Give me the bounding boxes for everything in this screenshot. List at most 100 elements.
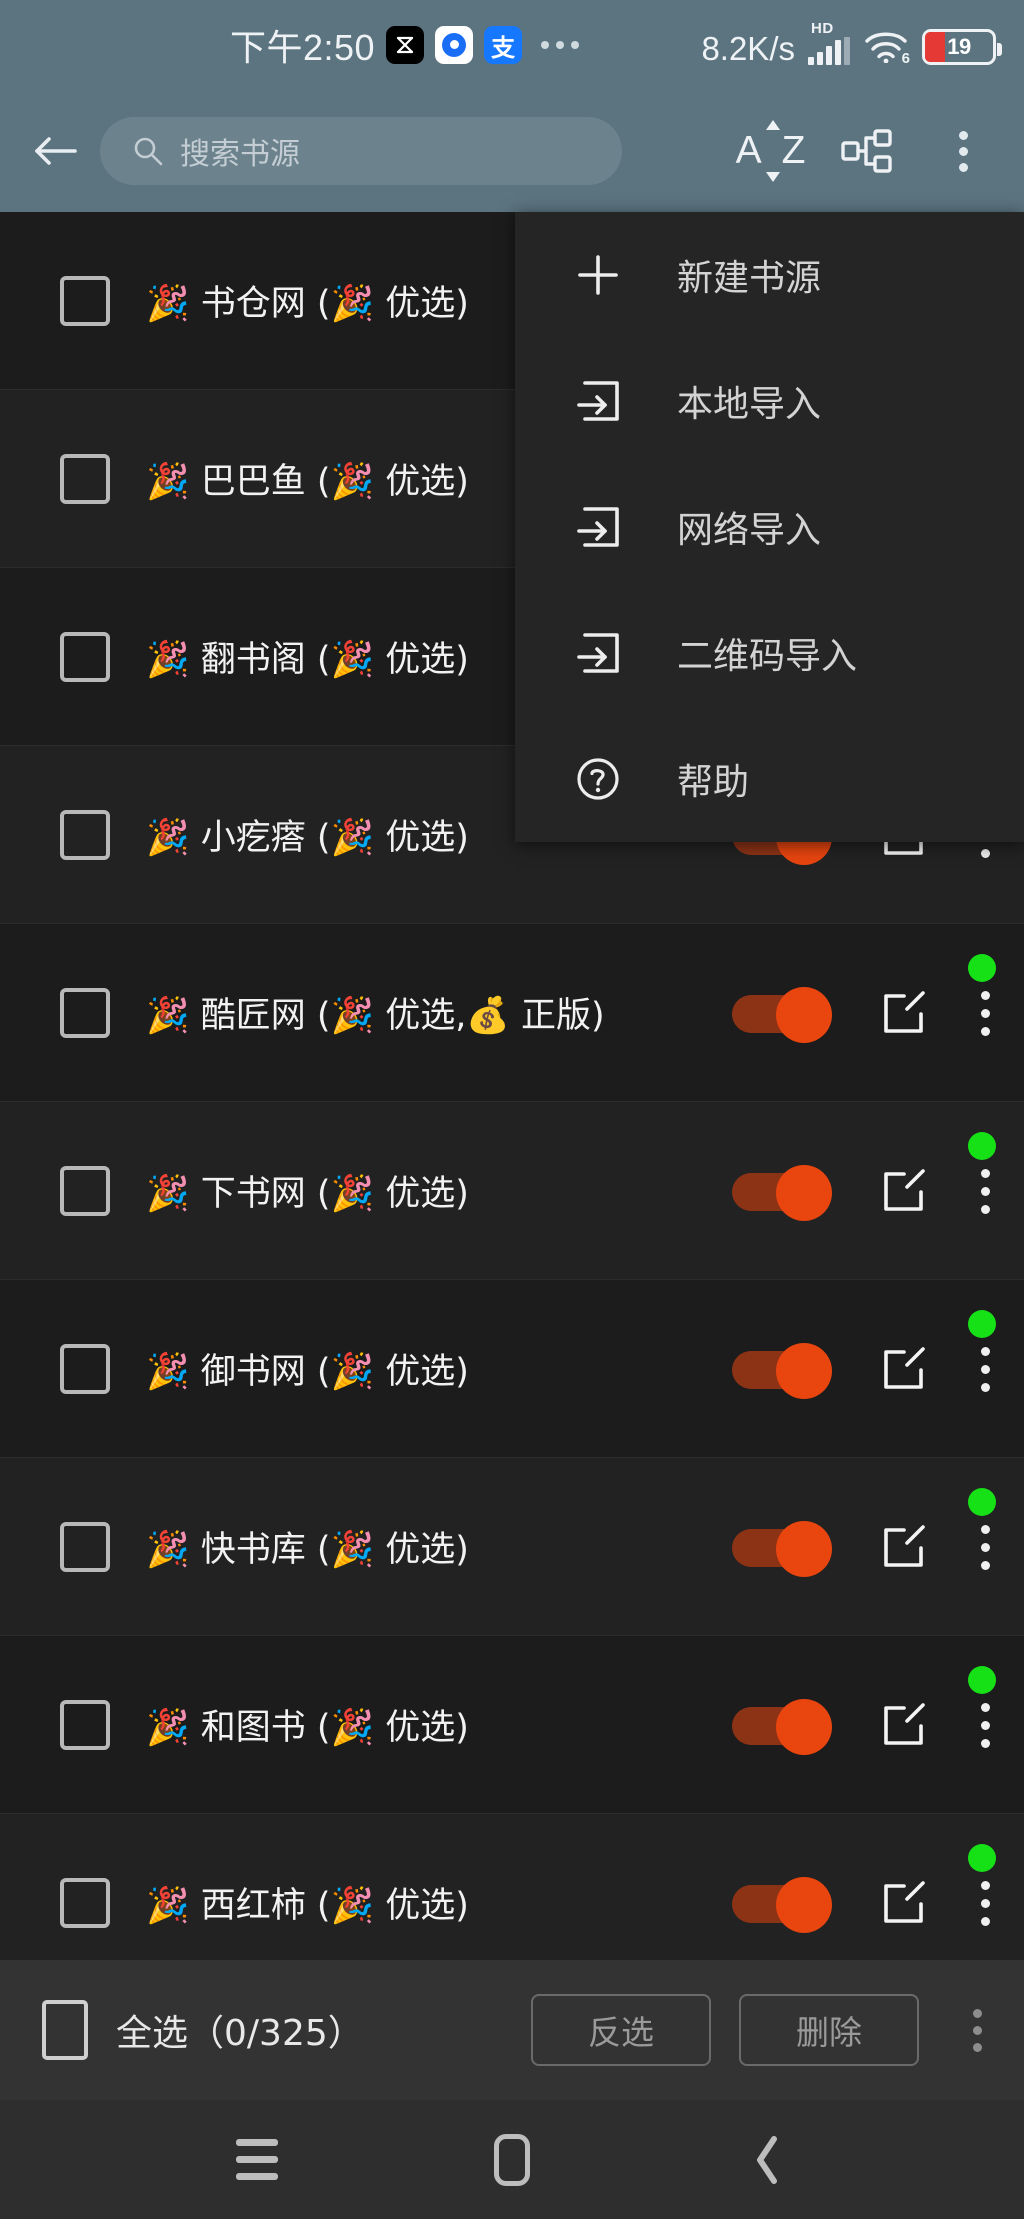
sort-az-icon[interactable]: A Z	[728, 108, 814, 194]
network-speed-label: 8.2K/s	[701, 30, 795, 67]
alipay-icon: 支	[484, 26, 523, 64]
import-arrow-icon	[569, 379, 627, 423]
blue-circle-app-icon	[435, 26, 474, 64]
edit-square-icon[interactable]	[862, 1861, 946, 1945]
row-more-vertical-icon[interactable]	[946, 971, 1024, 1055]
row-label: 🎉 书仓网 (🎉 优选)	[146, 284, 469, 324]
row-checkbox[interactable]	[60, 1699, 110, 1750]
row-label: 🎉 快书库 (🎉 优选)	[146, 1530, 469, 1570]
row-label: 🎉 下书网 (🎉 优选)	[146, 1174, 469, 1214]
status-badge	[968, 1132, 996, 1160]
row-label: 🎉 西红柿 (🎉 优选)	[146, 1886, 469, 1926]
table-row[interactable]: 🎉 下书网 (🎉 优选)	[0, 1102, 1024, 1280]
row-label: 🎉 翻书阁 (🎉 优选)	[146, 640, 469, 680]
menu-item-local-import[interactable]: 本地导入	[515, 338, 1024, 464]
status-badge	[968, 1844, 996, 1872]
select-all-checkbox[interactable]	[42, 2000, 88, 2060]
enable-toggle[interactable]	[732, 987, 832, 1043]
overflow-menu[interactable]: 新建书源 本地导入 网络导入 二维码导入 帮助	[515, 212, 1024, 842]
row-more-vertical-icon[interactable]	[946, 1861, 1024, 1945]
battery-icon: 19	[922, 29, 1002, 65]
android-nav-bar	[0, 2100, 1024, 2219]
table-row[interactable]: 🎉 酷匠网 (🎉 优选,💰 正版)	[0, 924, 1024, 1102]
enable-toggle[interactable]	[732, 1699, 832, 1755]
menu-item-label: 二维码导入	[677, 636, 858, 677]
row-checkbox[interactable]	[60, 631, 110, 682]
table-row[interactable]: 🎉 御书网 (🎉 优选)	[0, 1280, 1024, 1458]
row-controls	[732, 1280, 1024, 1458]
menu-item-network-import[interactable]: 网络导入	[515, 464, 1024, 590]
menu-item-qrcode-import[interactable]: 二维码导入	[515, 590, 1024, 716]
row-controls	[732, 924, 1024, 1102]
status-overflow-icon	[541, 41, 580, 49]
hamburger-recents-icon[interactable]	[212, 2115, 302, 2205]
row-more-vertical-icon[interactable]	[946, 1683, 1024, 1767]
row-checkbox[interactable]	[60, 987, 110, 1038]
enable-toggle[interactable]	[732, 1521, 832, 1577]
app-screen: 下午2:50 支 8.2K/s HD 6 19 搜索书源 A Z 🎉 书仓网 (…	[0, 0, 1024, 2219]
row-checkbox[interactable]	[60, 453, 110, 504]
enable-toggle[interactable]	[732, 1877, 832, 1933]
delete-button[interactable]: 删除	[739, 1994, 919, 2066]
row-more-vertical-icon[interactable]	[946, 1149, 1024, 1233]
home-pill-icon[interactable]	[467, 2115, 557, 2205]
row-label: 🎉 御书网 (🎉 优选)	[146, 1352, 469, 1392]
row-checkbox[interactable]	[60, 1521, 110, 1572]
menu-item-label: 新建书源	[677, 258, 822, 299]
row-label: 🎉 小疙瘩 (🎉 优选)	[146, 818, 469, 858]
import-arrow-icon	[569, 505, 627, 549]
edit-square-icon[interactable]	[862, 1327, 946, 1411]
enable-toggle[interactable]	[732, 1165, 832, 1221]
row-controls	[732, 1636, 1024, 1814]
row-controls	[732, 1102, 1024, 1280]
bottom-action-bar: 全选（0/325） 反选 删除	[0, 1960, 1024, 2100]
sort-arrows-icon	[765, 120, 781, 182]
status-badge	[968, 1310, 996, 1338]
back-chevron-icon[interactable]	[722, 2115, 812, 2205]
row-label: 🎉 巴巴鱼 (🎉 优选)	[146, 462, 469, 502]
toolbar-actions: A Z	[728, 108, 1006, 194]
import-arrow-icon	[569, 631, 627, 675]
search-placeholder: 搜索书源	[180, 138, 300, 171]
hd-label: HD	[811, 20, 834, 37]
edit-square-icon[interactable]	[862, 1683, 946, 1767]
row-more-vertical-icon[interactable]	[946, 1327, 1024, 1411]
menu-item-label: 网络导入	[677, 510, 822, 551]
edit-square-icon[interactable]	[862, 971, 946, 1055]
row-checkbox[interactable]	[60, 809, 110, 860]
menu-item-help[interactable]: 帮助	[515, 716, 1024, 842]
menu-item-label: 帮助	[677, 762, 750, 803]
row-checkbox[interactable]	[60, 1877, 110, 1928]
toolbar-more-vertical-icon[interactable]	[920, 108, 1006, 194]
search-icon	[134, 137, 163, 166]
menu-item-new-source[interactable]: 新建书源	[515, 212, 1024, 338]
sort-letter-z: Z	[781, 129, 807, 172]
menu-item-label: 本地导入	[677, 384, 822, 425]
row-label: 🎉 酷匠网 (🎉 优选,💰 正版)	[146, 996, 605, 1036]
help-circle-icon	[569, 755, 627, 803]
back-arrow-icon[interactable]	[18, 114, 92, 188]
app-toolbar: 搜索书源 A Z	[0, 90, 1024, 212]
wifi-icon: 6	[863, 29, 910, 67]
edit-square-icon[interactable]	[862, 1505, 946, 1589]
row-more-vertical-icon[interactable]	[946, 1505, 1024, 1589]
status-bar-left: 下午2:50 支	[230, 19, 580, 71]
bottom-more-vertical-icon[interactable]	[973, 2008, 982, 2052]
sort-letter-a: A	[735, 129, 763, 172]
invert-selection-button[interactable]: 反选	[531, 1994, 711, 2066]
row-checkbox[interactable]	[60, 1165, 110, 1216]
wifi-generation-label: 6	[901, 50, 910, 67]
group-tree-icon[interactable]	[824, 108, 910, 194]
enable-toggle[interactable]	[732, 1343, 832, 1399]
row-checkbox[interactable]	[60, 275, 110, 326]
search-input[interactable]: 搜索书源	[100, 117, 622, 185]
table-row[interactable]: 🎉 和图书 (🎉 优选)	[0, 1636, 1024, 1814]
plus-icon	[569, 252, 627, 298]
edit-square-icon[interactable]	[862, 1149, 946, 1233]
table-row[interactable]: 🎉 快书库 (🎉 优选)	[0, 1458, 1024, 1636]
status-bar: 下午2:50 支 8.2K/s HD 6 19	[0, 0, 1024, 90]
status-clock: 下午2:50	[230, 27, 376, 68]
status-badge	[968, 1666, 996, 1694]
signal-bars-icon: HD	[808, 20, 850, 65]
row-checkbox[interactable]	[60, 1343, 110, 1394]
